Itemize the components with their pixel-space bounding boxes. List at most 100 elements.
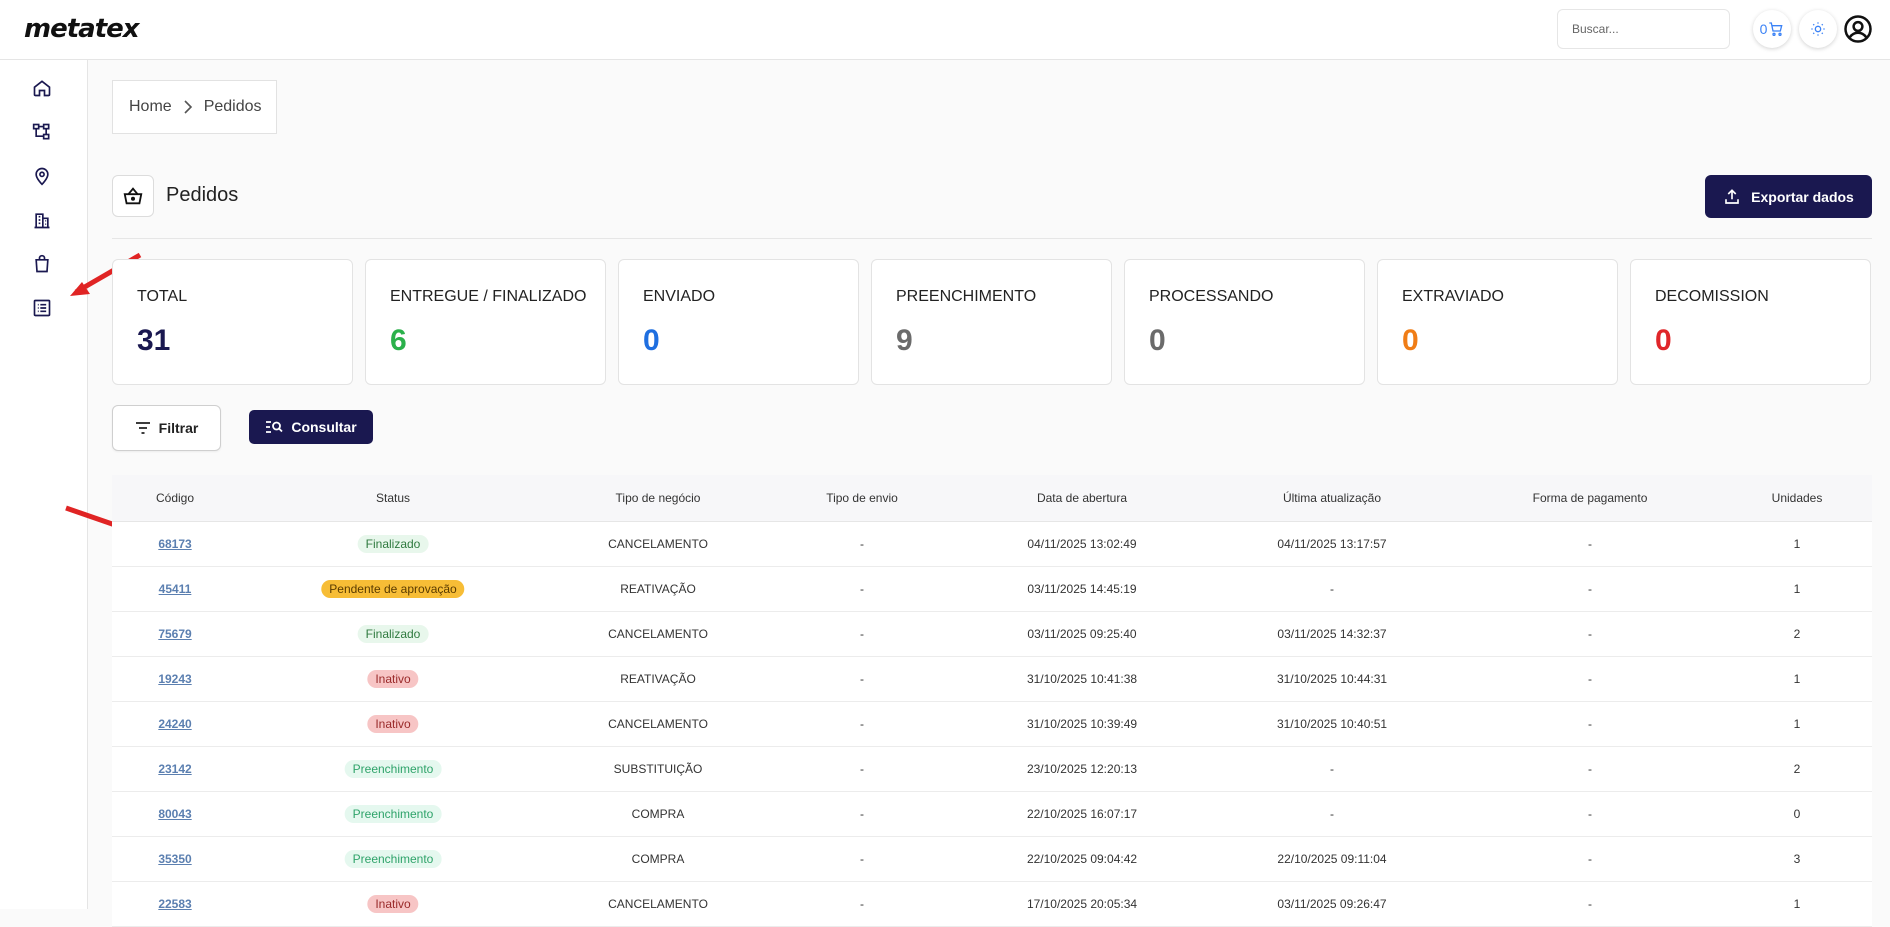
table-cell: 03/11/2025 09:25:40 [1027, 612, 1136, 656]
table-cell: - [860, 702, 864, 746]
cart-button[interactable]: 0 [1753, 10, 1791, 48]
order-code-link[interactable]: 68173 [158, 537, 191, 551]
shipping-type-cell: - [860, 807, 864, 821]
shipping-type-cell: - [860, 852, 864, 866]
order-code-link[interactable]: 45411 [159, 582, 192, 596]
table-cell: 03/11/2025 14:32:37 [1277, 612, 1386, 656]
table-row[interactable]: 19243 Inativo REATIVAÇÃO - 31/10/2025 10:41:… [112, 657, 1872, 702]
sidebar-item-orders[interactable] [29, 251, 55, 277]
column-header[interactable]: Última atualização [1283, 475, 1381, 521]
table-cell: - [1330, 792, 1334, 836]
table-cell: 22/10/2025 09:04:42 [1027, 837, 1137, 881]
user-circle-icon[interactable] [1843, 14, 1873, 44]
consult-button[interactable]: Consultar [249, 410, 373, 444]
sidebar [0, 60, 88, 909]
opened-date-cell: 04/11/2025 13:02:49 [1027, 537, 1137, 551]
table-row[interactable]: 24240 Inativo CANCELAMENTO - 31/10/2025 10:3… [112, 702, 1872, 747]
table-cell: 31/10/2025 10:40:51 [1277, 702, 1387, 746]
column-header[interactable]: Status [376, 475, 410, 521]
filter-button[interactable]: Filtrar [112, 405, 221, 451]
theme-toggle-button[interactable] [1799, 10, 1837, 48]
column-header[interactable]: Código [156, 475, 194, 521]
business-type-cell: REATIVAÇÃO [620, 672, 696, 686]
opened-date-cell: 22/10/2025 09:04:42 [1026, 852, 1138, 866]
table-cell: 1 [1794, 657, 1801, 701]
column-header[interactable]: Forma de pagamento [1533, 475, 1648, 521]
table-cell: - [1588, 522, 1592, 566]
export-button[interactable]: Exportar dados [1705, 175, 1872, 218]
table-row[interactable]: 80043 Preenchimento COMPRA - 22/10/2025 16:0… [112, 792, 1872, 837]
business-type-cell: COMPRA [631, 807, 685, 821]
breadcrumb-home[interactable]: Home [129, 98, 172, 116]
divider [112, 238, 1872, 239]
table-cell: CANCELAMENTO [608, 612, 708, 656]
table-cell: - [860, 612, 864, 656]
shipping-type-cell: - [860, 717, 864, 731]
export-label: Exportar dados [1751, 188, 1854, 205]
table-cell: CANCELAMENTO [608, 522, 708, 566]
order-code-link[interactable]: 19243 [158, 672, 191, 686]
units-cell: 1 [1793, 582, 1801, 596]
order-code-link[interactable]: 24240 [158, 717, 191, 731]
updated-date-cell: - [1330, 807, 1334, 821]
table-cell: 22/10/2025 09:11:04 [1277, 837, 1386, 881]
status-badge: Inativo [367, 895, 419, 913]
table-cell: - [860, 837, 864, 881]
table-cell: - [1588, 837, 1592, 881]
table-row[interactable]: 35350 Preenchimento COMPRA - 22/10/2025 09:0… [112, 837, 1872, 882]
table-cell: - [860, 882, 864, 926]
table-cell: - [860, 522, 864, 566]
business-type-cell: CANCELAMENTO [608, 717, 708, 731]
stat-label: TOTAL [137, 288, 188, 305]
table-row[interactable]: 23142 Preenchimento SUBSTITUIÇÃO - 23/10/202… [112, 747, 1872, 792]
column-header[interactable]: Tipo de envio [826, 475, 898, 521]
column-header[interactable]: Tipo de negócio [616, 475, 701, 521]
page-icon [112, 175, 154, 217]
table-cell: - [1588, 882, 1592, 926]
app-logo[interactable]: metatex [24, 14, 140, 44]
table-cell: 23/10/2025 12:20:13 [1027, 747, 1137, 791]
table-row[interactable]: 68173 Finalizado CANCELAMENTO - 04/11/2025 1… [112, 522, 1872, 567]
column-header[interactable]: Unidades [1772, 475, 1823, 521]
table-cell: SUBSTITUIÇÃO [614, 747, 703, 791]
order-code-link[interactable]: 75679 [158, 627, 191, 641]
table-cell: 31/10/2025 10:41:38 [1027, 657, 1137, 701]
status-badge: Pendente de aprovação [321, 580, 465, 598]
table-cell: 22583 [158, 882, 191, 926]
shipping-type-cell: - [860, 672, 864, 686]
stat-label: EXTRAVIADO [1402, 288, 1504, 305]
order-code-link[interactable]: 35350 [158, 852, 191, 866]
business-type-cell: CANCELAMENTO [608, 537, 708, 551]
sidebar-item-locations[interactable] [29, 163, 55, 189]
search-input[interactable]: Buscar... [1557, 9, 1730, 49]
table-cell: - [1330, 747, 1334, 791]
table-cell: 03/11/2025 14:45:19 [1027, 567, 1136, 611]
table-cell: REATIVAÇÃO [620, 567, 696, 611]
updated-date-cell: 31/10/2025 10:40:51 [1276, 717, 1388, 731]
column-header[interactable]: Data de abertura [1037, 475, 1127, 521]
table-cell: CANCELAMENTO [608, 702, 708, 746]
stat-card: PREENCHIMENTO 9 [871, 259, 1112, 385]
order-code-link[interactable]: 23142 [158, 762, 191, 776]
table-cell: Inativo [367, 702, 419, 746]
table-cell: - [860, 567, 864, 611]
table-row[interactable]: 22583 Inativo CANCELAMENTO - 17/10/2025 20:0… [112, 882, 1872, 927]
opened-date-cell: 03/11/2025 09:25:40 [1027, 627, 1137, 641]
order-code-link[interactable]: 80043 [158, 807, 191, 821]
stat-label: ENVIADO [643, 288, 716, 305]
sidebar-item-list[interactable] [29, 295, 55, 321]
opened-date-cell: 23/10/2025 12:20:13 [1026, 762, 1138, 776]
sidebar-item-home[interactable] [29, 75, 55, 101]
table-row[interactable]: 75679 Finalizado CANCELAMENTO - 03/11/2025 0… [112, 612, 1872, 657]
status-badge: Preenchimento [344, 805, 442, 823]
sidebar-item-hierarchy[interactable] [29, 119, 55, 145]
table-cell: Preenchimento [344, 747, 442, 791]
payment-method-cell: - [1588, 852, 1592, 866]
sidebar-item-buildings[interactable] [29, 207, 55, 233]
units-cell: 2 [1793, 762, 1801, 776]
table-row[interactable]: 45411 Pendente de aprovação REATIVAÇÃO - 03/… [112, 567, 1872, 612]
updated-date-cell: 03/11/2025 14:32:37 [1277, 627, 1387, 641]
hierarchy-icon [32, 123, 50, 140]
stat-label: DECOMISSION [1655, 288, 1769, 305]
stat-value: 31 [137, 324, 171, 357]
